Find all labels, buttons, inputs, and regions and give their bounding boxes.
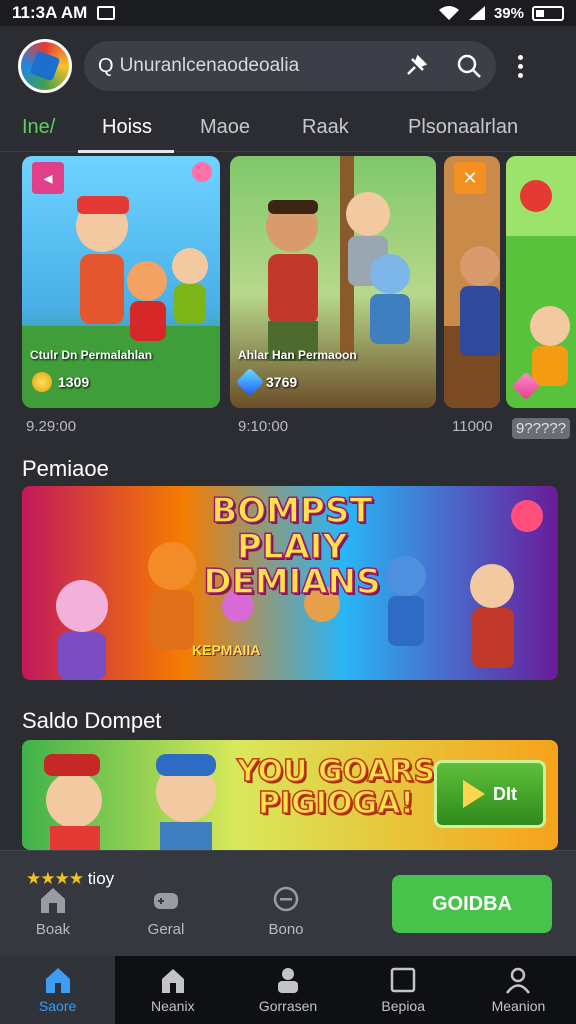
game-card-art xyxy=(230,156,436,408)
nav-label: Meanion xyxy=(491,998,546,1014)
status-indicators: 39% xyxy=(438,5,564,22)
quick-action-book[interactable]: Boak xyxy=(13,885,93,938)
bottom-navigation: Saore Neanix Gorrasen Bepioa Meanion xyxy=(0,956,576,1024)
quick-action-geral[interactable]: Geral xyxy=(126,885,206,938)
gamepad-icon xyxy=(154,893,178,909)
nav-item-5[interactable]: Meanion xyxy=(461,956,576,1024)
play-icon xyxy=(463,780,485,808)
tab-1[interactable]: Ine/ xyxy=(22,116,55,139)
coin-icon xyxy=(32,372,52,392)
profile-icon xyxy=(506,967,531,994)
promo-banner[interactable]: BOMPST PLAIY DEMIANS KEPMAIIA xyxy=(22,486,558,680)
house-icon xyxy=(161,969,184,993)
game-card-3[interactable]: ✕ xyxy=(444,156,500,408)
nav-item-3[interactable]: Gorrasen xyxy=(230,956,345,1024)
signal-icon xyxy=(468,6,485,20)
game-card-date: 9????? xyxy=(512,418,571,439)
tab-3[interactable]: Maoe xyxy=(200,116,250,139)
nav-label: Bepioa xyxy=(381,998,425,1014)
game-card-art xyxy=(506,156,576,408)
game-card-stat xyxy=(511,371,541,401)
nav-item-2[interactable]: Neanix xyxy=(115,956,230,1024)
category-tabs: Ine/ Hoiss Maoe Raak Plsonaalrlan xyxy=(0,106,576,153)
game-card-date: 9:10:00 xyxy=(238,418,289,435)
nav-item-4[interactable]: Bepioa xyxy=(346,956,461,1024)
bookmark-badge-icon[interactable]: ✕ xyxy=(454,162,486,194)
game-card-title: Ctulr Dn Permalahlan xyxy=(30,348,153,362)
wifi-icon xyxy=(438,6,459,20)
nav-label: Neanix xyxy=(151,998,195,1014)
search-prefix: Q xyxy=(98,54,114,77)
tab-2[interactable]: Hoiss xyxy=(102,116,152,139)
saldo-banner[interactable]: YOU GOARS PIGIOGA! DIt xyxy=(22,740,558,850)
search-input[interactable]: Unuranlcenaodeoalia xyxy=(120,55,404,77)
bottom-action-sheet: ★★★★ tioy Boak Geral Bono GOIDBA xyxy=(0,850,576,956)
game-card-date: 11000 xyxy=(452,418,493,435)
status-bar: 11:3A AM 39% xyxy=(0,0,576,26)
game-card-2[interactable]: Ahlar Han Permaoon 3769 xyxy=(230,156,436,408)
quick-action-label: Boak xyxy=(35,921,71,938)
game-card-4[interactable] xyxy=(506,156,576,408)
game-card-title: Ahlar Han Permaoon xyxy=(238,348,357,362)
game-card-stat: 1309 xyxy=(32,372,89,392)
home-icon xyxy=(41,888,65,913)
app-logo[interactable] xyxy=(18,39,72,93)
pin-icon[interactable] xyxy=(404,54,428,78)
game-cards-carousel: ◂ Ctulr Dn Permalahlan 1309 Ahlar Han Pe… xyxy=(0,156,576,446)
saldo-banner-headline: YOU GOARS PIGIOGA! xyxy=(236,754,436,821)
search-icon[interactable] xyxy=(456,53,482,79)
quick-action-bono[interactable]: Bono xyxy=(246,885,326,938)
app-screen: 11:3A AM 39% Q Unuranlcenaodeoalia Ine/ … xyxy=(0,0,576,1024)
people-icon xyxy=(278,968,298,993)
primary-cta-button[interactable]: GOIDBA xyxy=(392,875,552,933)
promo-banner-subtitle: KEPMAIIA xyxy=(192,642,261,658)
game-card-stat: 3769 xyxy=(235,367,297,397)
nav-label: Gorrasen xyxy=(258,998,318,1014)
play-button-label: DIt xyxy=(493,783,517,804)
battery-icon xyxy=(532,5,564,21)
app-header: Q Unuranlcenaodeoalia xyxy=(0,26,576,106)
home-icon xyxy=(45,968,70,993)
saldo-section-title: Saldo Dompet xyxy=(22,708,162,733)
tab-5[interactable]: Plsonaalrlan xyxy=(408,116,518,139)
tab-4[interactable]: Raak xyxy=(302,116,349,139)
promo-banner-headline: BOMPST PLAIY DEMIANS xyxy=(203,491,382,603)
play-button[interactable]: DIt xyxy=(434,760,546,828)
nav-label: Saore xyxy=(38,998,77,1014)
game-card-1[interactable]: ◂ Ctulr Dn Permalahlan 1309 xyxy=(22,156,220,408)
active-tab-indicator xyxy=(78,150,174,153)
battery-percent: 39% xyxy=(493,4,524,22)
quick-action-label: Bono xyxy=(268,921,304,938)
game-card-date: 9.29:00 xyxy=(26,418,77,435)
square-icon xyxy=(390,967,416,993)
status-time: 11:3A AM xyxy=(12,3,88,22)
nav-item-store[interactable]: Saore xyxy=(0,956,116,1024)
promo-section-title: Pemiaoe xyxy=(22,456,109,481)
search-bar[interactable]: Q Unuranlcenaodeoalia xyxy=(84,41,496,91)
gem-icon xyxy=(235,367,265,397)
more-options-icon[interactable] xyxy=(518,54,523,78)
notification-icon xyxy=(97,6,116,20)
quick-action-label: Geral xyxy=(147,921,185,938)
gem-icon xyxy=(511,371,541,401)
bookmark-badge-icon[interactable]: ◂ xyxy=(32,162,64,194)
chat-icon xyxy=(273,886,299,912)
